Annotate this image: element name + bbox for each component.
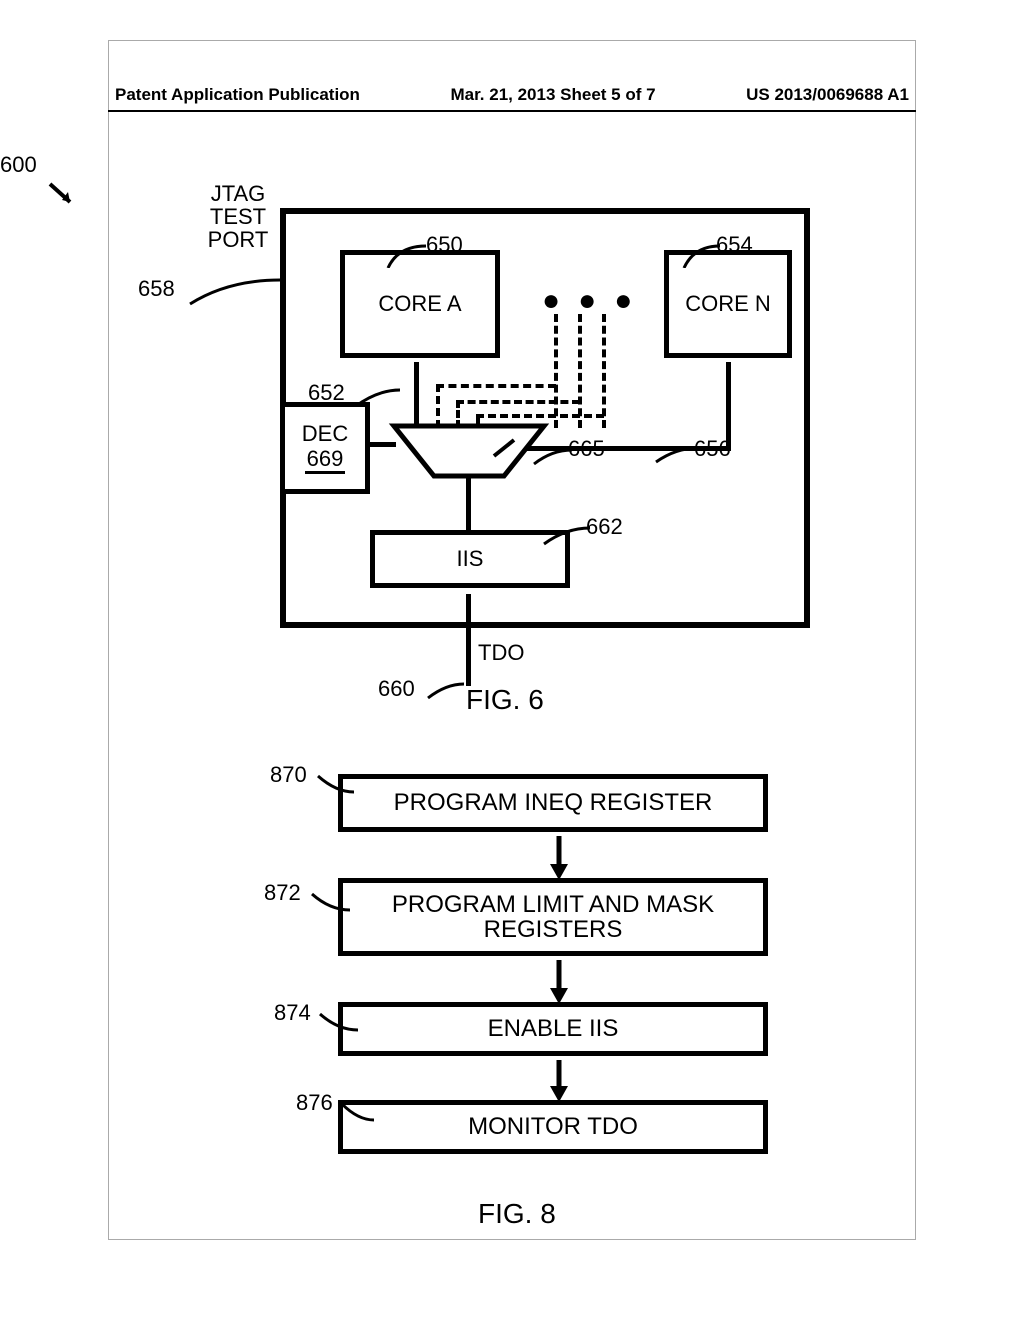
dashed-2h — [456, 400, 580, 404]
chip-600: CORE A CORE N ●●● 650 654 652 DEC 669 — [280, 208, 810, 628]
core-n-label: CORE N — [685, 291, 771, 317]
ref-658: 658 — [138, 276, 175, 302]
mux-665 — [394, 426, 544, 476]
ref-600-arrow — [48, 182, 80, 212]
dec-block: DEC 669 — [280, 402, 370, 494]
dashed-3h — [476, 414, 604, 418]
ref-870: 870 — [270, 762, 307, 788]
ref-876: 876 — [296, 1090, 333, 1116]
lead-662 — [542, 526, 590, 546]
lead-650 — [386, 244, 426, 268]
step-876: MONITOR TDO — [338, 1100, 768, 1154]
dashed-1vdn — [436, 384, 440, 428]
ref-600: 600 — [0, 152, 37, 178]
fig-8-caption: FIG. 8 — [478, 1198, 556, 1230]
lead-876 — [340, 1102, 374, 1122]
wire-tdo — [466, 594, 471, 686]
step-874: ENABLE IIS — [338, 1002, 768, 1056]
ellipsis-dots: ●●● — [542, 284, 650, 318]
step-874-label: ENABLE IIS — [488, 1015, 619, 1043]
arrow-874-876 — [548, 1060, 570, 1102]
header-rule — [108, 110, 916, 112]
iis-block: IIS — [370, 530, 570, 588]
figure-6: 600 JTAG TEST PORT 658 CORE A CORE N ●●●… — [0, 160, 1024, 720]
ref-650: 650 — [426, 232, 463, 258]
lead-870 — [316, 774, 354, 794]
header-left: Patent Application Publication — [115, 85, 360, 105]
wire-corea-to-mux — [414, 362, 419, 428]
step-872: PROGRAM LIMIT AND MASK REGISTERS — [338, 878, 768, 956]
ref-660: 660 — [378, 676, 415, 702]
lead-872 — [310, 892, 350, 912]
jtag-l3: PORT — [190, 228, 286, 251]
arrow-870-872 — [548, 836, 570, 880]
lead-874 — [318, 1012, 358, 1032]
figure-8: PROGRAM INEQ REGISTER PROGRAM LIMIT AND … — [0, 752, 1024, 1272]
step-872-label: PROGRAM LIMIT AND MASK REGISTERS — [392, 892, 714, 942]
ref-654: 654 — [716, 232, 753, 258]
tdo-label: TDO — [478, 640, 524, 666]
jtag-l2: TEST — [190, 205, 286, 228]
jtag-l1: JTAG — [190, 182, 286, 205]
lead-658 — [188, 278, 280, 306]
iis-label: IIS — [457, 546, 484, 572]
jtag-test-port-label: JTAG TEST PORT — [190, 182, 286, 251]
fig-6-caption: FIG. 6 — [466, 684, 544, 716]
step-876-label: MONITOR TDO — [468, 1113, 638, 1141]
lead-654 — [682, 244, 720, 268]
page-header: Patent Application Publication Mar. 21, … — [0, 85, 1024, 105]
lead-660 — [426, 682, 464, 700]
core-a-label: CORE A — [378, 291, 461, 317]
header-center: Mar. 21, 2013 Sheet 5 of 7 — [451, 85, 656, 105]
dashed-3v — [602, 314, 606, 428]
step-872-l1: PROGRAM LIMIT AND MASK — [392, 891, 714, 918]
lead-665 — [532, 448, 572, 466]
lead-656 — [654, 446, 698, 464]
dec-label: DEC — [302, 422, 348, 446]
ref-662: 662 — [586, 514, 623, 540]
wire-mux-to-iis — [466, 474, 471, 532]
ref-872: 872 — [264, 880, 301, 906]
dec-id: 669 — [305, 447, 346, 474]
ref-665: 665 — [568, 436, 605, 462]
dashed-1v — [554, 314, 558, 428]
step-870-label: PROGRAM INEQ REGISTER — [394, 789, 713, 817]
step-872-l2: REGISTERS — [484, 916, 623, 943]
dashed-2v — [578, 314, 582, 428]
ref-874: 874 — [274, 1000, 311, 1026]
ref-656: 656 — [694, 436, 731, 462]
arrow-872-874 — [548, 960, 570, 1004]
step-870: PROGRAM INEQ REGISTER — [338, 774, 768, 832]
wire-dec-to-mux — [368, 442, 396, 447]
header-right: US 2013/0069688 A1 — [746, 85, 909, 105]
dashed-1h — [436, 384, 556, 388]
